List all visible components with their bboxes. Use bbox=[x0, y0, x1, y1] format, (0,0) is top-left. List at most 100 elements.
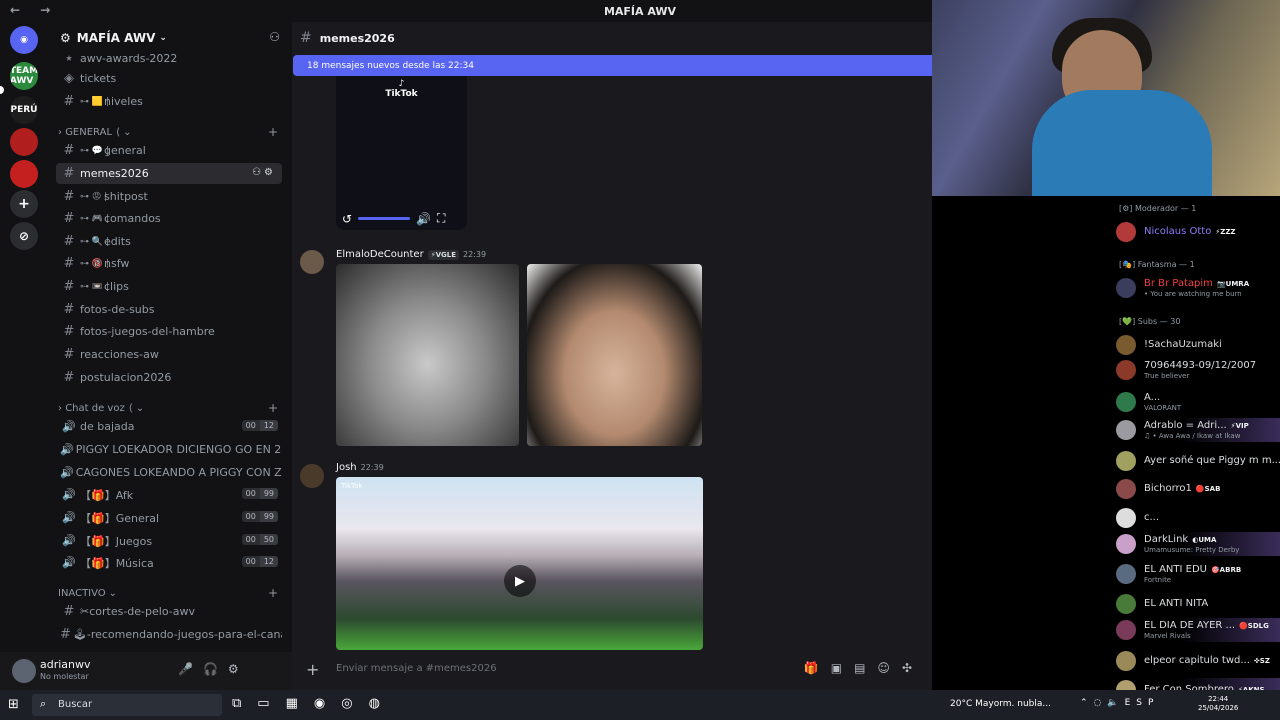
server-red-2[interactable] bbox=[10, 160, 38, 188]
system-tray[interactable]: ⌃◌🔈ESP bbox=[1080, 698, 1159, 708]
category-inactivo[interactable]: INACTIVO ⌄ + bbox=[58, 585, 282, 601]
channel-general[interactable]: # ⊶ 💬 | general bbox=[56, 140, 282, 161]
channel-fotos-juegos[interactable]: # fotos-juegos-del-hambre bbox=[56, 321, 282, 342]
avatar[interactable] bbox=[1116, 594, 1136, 614]
category-general[interactable]: › GENERAL ⟨ ⌄ + bbox=[58, 124, 282, 140]
avatar[interactable] bbox=[1116, 620, 1136, 640]
replay-icon[interactable]: ↺ bbox=[342, 212, 352, 226]
attach-plus-icon[interactable]: + bbox=[306, 660, 319, 679]
message-author[interactable]: Josh bbox=[336, 462, 357, 473]
username[interactable]: adrianwv bbox=[40, 658, 91, 671]
channel-niveles[interactable]: # ⊶ 🟨 | niveles bbox=[56, 91, 282, 112]
member-item[interactable]: Bichorro1 🔴SAB bbox=[1114, 477, 1280, 501]
composer-tools[interactable]: 🎁▣▤☺✣ bbox=[804, 661, 924, 675]
volume-icon[interactable]: 🔊 bbox=[416, 212, 431, 226]
channel-settings-icon[interactable]: ⚇⚙ bbox=[252, 167, 276, 178]
voice-piggy-1[interactable]: 🔊 PIGGY LOEKADOR DICIENGO GO EN 20 ... bbox=[56, 439, 282, 460]
avatar[interactable] bbox=[1116, 420, 1136, 440]
voice-general[interactable]: 🔊 【🎁】General 00 99 bbox=[56, 507, 282, 528]
member-item[interactable]: Nicolaus Otto ⚡ZZZ bbox=[1114, 220, 1280, 244]
member-item[interactable]: EL ANTI EDU 🎯ABRB Fortnite bbox=[1114, 562, 1280, 586]
avatar[interactable] bbox=[1116, 508, 1136, 528]
server-peru[interactable]: PERÚ bbox=[10, 96, 38, 124]
fullscreen-icon[interactable]: ⛶ bbox=[437, 211, 445, 226]
new-messages-bar[interactable]: 18 mensajes nuevos desde las 22:34 bbox=[293, 55, 932, 76]
avatar[interactable] bbox=[1116, 479, 1136, 499]
language-indicator: ESP bbox=[1124, 698, 1160, 708]
member-activity: ♫ • Awa Awa / Ikaw at Ikaw bbox=[1144, 432, 1241, 440]
channel-comandos[interactable]: # ⊶ 🎮 | comandos bbox=[56, 208, 282, 229]
windows-start-icon[interactable]: ⊞ bbox=[8, 697, 24, 713]
taskbar-clock[interactable]: 22:44 25/04/2026 bbox=[1198, 695, 1238, 713]
channel-edits[interactable]: # ⊶ 🔍 | edits bbox=[56, 231, 282, 252]
channel-cortes-de-pelo[interactable]: # ✂cortes-de-pelo-awv bbox=[56, 601, 282, 622]
member-item[interactable]: c... bbox=[1114, 506, 1280, 530]
avatar[interactable] bbox=[1116, 564, 1136, 584]
avatar[interactable] bbox=[1116, 651, 1136, 671]
category-voice[interactable]: › Chat de voz ⟨ ⌄ + bbox=[58, 400, 282, 416]
channel-nsfw[interactable]: # ⊶ 🔞 | nsfw bbox=[56, 253, 282, 274]
member-item[interactable]: EL ANTI NITA bbox=[1114, 592, 1280, 616]
member-item[interactable]: EL DIA DE AYER ... 🔴SDLG Marvel Rivals bbox=[1114, 618, 1280, 642]
voice-controls[interactable]: 🎤🎧⚙ bbox=[178, 662, 249, 676]
avatar[interactable] bbox=[1116, 222, 1136, 242]
avatar[interactable] bbox=[1116, 278, 1136, 298]
tiktok-video-embed[interactable]: ♪ TikTok ↺ 🔊 ⛶ bbox=[336, 76, 467, 230]
voice-afk[interactable]: 🔊 【🎁】Afk 00 99 bbox=[56, 484, 282, 505]
channel-reacciones[interactable]: # reacciones-aw bbox=[56, 344, 282, 365]
avatar[interactable] bbox=[1116, 451, 1136, 471]
member-item[interactable]: A... VALORANT bbox=[1114, 390, 1280, 414]
avatar[interactable] bbox=[300, 250, 324, 274]
channel-awv-awards[interactable]: ⭑ awv-awards-2022 bbox=[56, 48, 282, 69]
member-item[interactable]: elpeor capitulo twd... ✜SZ bbox=[1114, 649, 1280, 673]
voice-juegos[interactable]: 🔊 【🎁】Juegos 00 50 bbox=[56, 530, 282, 551]
message-author[interactable]: ElmaloDeCounter bbox=[336, 249, 424, 260]
invite-icon[interactable]: ⚇ bbox=[269, 30, 280, 44]
play-icon[interactable]: ▶ bbox=[504, 565, 536, 597]
add-channel-icon[interactable]: + bbox=[268, 401, 278, 415]
channel-shitpost[interactable]: # ⊶ 😡 | shitpost bbox=[56, 186, 282, 207]
image-attachment-2[interactable] bbox=[527, 264, 702, 446]
discover-icon[interactable]: ⊘ bbox=[10, 222, 38, 250]
voice-de-bajada[interactable]: 🔊 de bajada 00 12 bbox=[56, 416, 282, 437]
member-item[interactable]: Adrablo = Adri... ⚡VIP ♫ • Awa Awa / Ikaw … bbox=[1114, 418, 1280, 442]
add-channel-icon[interactable]: + bbox=[268, 586, 278, 600]
member-activity: Fortnite bbox=[1144, 576, 1172, 584]
weather-widget[interactable]: 20°C Mayorm. nubla... bbox=[950, 699, 1051, 709]
member-item[interactable]: Ayer soñé que Piggy m m... bbox=[1114, 449, 1280, 473]
channel-clips[interactable]: # ⊶ 📼 | clips bbox=[56, 276, 282, 297]
server-team-awv[interactable]: TEAM AWV bbox=[10, 62, 38, 90]
avatar[interactable] bbox=[1116, 335, 1136, 355]
avatar[interactable] bbox=[12, 659, 36, 683]
taskbar-apps[interactable]: ⧉▭▦◉◎◍ bbox=[232, 696, 396, 711]
member-item[interactable]: !SachaUzumaki bbox=[1114, 333, 1280, 357]
voice-piggy-2[interactable]: 🔊 CAGONES LOKEANDO A PIGGY CON ZO... bbox=[56, 462, 282, 483]
voice-musica[interactable]: 🔊 【🎁】Música 00 12 bbox=[56, 552, 282, 573]
add-server-icon[interactable]: + bbox=[10, 190, 38, 218]
channel-postulacion[interactable]: # postulacion2026 bbox=[56, 367, 282, 388]
member-item[interactable]: Br Br Patapim 📷UMRA • You are watching me … bbox=[1114, 276, 1280, 300]
avatar[interactable] bbox=[1116, 392, 1136, 412]
server-settings-icon[interactable]: ⚙ bbox=[60, 31, 71, 45]
hash-icon: # bbox=[63, 370, 75, 385]
member-item[interactable]: DarkLink ◐UMA Umamusume: Pretty Derby bbox=[1114, 532, 1280, 556]
channel-recomendando-juegos[interactable]: # 🕹-recomendando-juegos-para-el-canal bbox=[56, 624, 282, 645]
volume-slider[interactable] bbox=[358, 217, 411, 220]
nav-arrows[interactable]: ← → bbox=[10, 3, 58, 17]
channel-memes2026[interactable]: # memes2026 ⚇⚙ bbox=[56, 163, 282, 184]
message-input[interactable]: Enviar mensaje a #memes2026 bbox=[336, 663, 497, 674]
avatar[interactable] bbox=[1116, 360, 1136, 380]
avatar[interactable] bbox=[300, 464, 324, 488]
taskbar-search[interactable]: ⌕ Buscar bbox=[32, 694, 222, 716]
member-item[interactable]: 70964493-09/12/2007 True believer bbox=[1114, 358, 1280, 382]
chevron-right-icon: › bbox=[58, 402, 66, 414]
avatar[interactable] bbox=[1116, 534, 1136, 554]
image-attachment-1[interactable] bbox=[336, 264, 519, 446]
chevron-down-icon[interactable]: ⌄ bbox=[159, 33, 167, 43]
discord-home-icon[interactable]: ◉ bbox=[10, 26, 38, 54]
channel-tickets[interactable]: ◈ tickets bbox=[56, 68, 282, 89]
channel-fotos-de-subs[interactable]: # fotos-de-subs bbox=[56, 299, 282, 320]
server-red-1[interactable] bbox=[10, 128, 38, 156]
add-channel-icon[interactable]: + bbox=[268, 125, 278, 139]
video-attachment[interactable]: TikTok ▶ bbox=[336, 477, 703, 650]
